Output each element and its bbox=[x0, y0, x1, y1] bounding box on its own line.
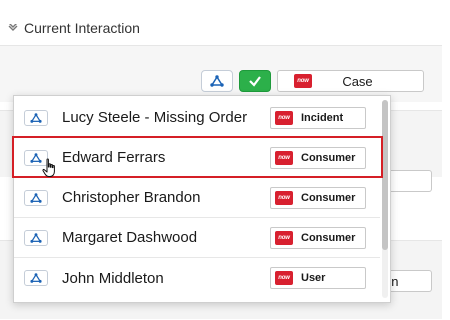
item-type-label: Consumer bbox=[301, 231, 356, 244]
item-type-tag: now Consumer bbox=[270, 226, 366, 249]
item-name: John Middleton bbox=[62, 269, 164, 287]
item-type-label: Incident bbox=[301, 111, 344, 124]
confirm-button[interactable] bbox=[239, 70, 271, 92]
item-type-label: Consumer bbox=[301, 191, 356, 204]
graph-node-icon bbox=[24, 229, 48, 246]
item-type-tag: now User bbox=[270, 267, 366, 289]
list-item[interactable]: Margaret Dashwood now Consumer bbox=[14, 218, 380, 258]
scrollbar-thumb[interactable] bbox=[382, 100, 388, 250]
chevron-down-icon[interactable] bbox=[6, 21, 20, 35]
graph-node-icon bbox=[210, 75, 224, 87]
servicenow-now-icon: now bbox=[294, 74, 312, 88]
background-field-2[interactable]: on bbox=[384, 270, 432, 292]
servicenow-now-icon: now bbox=[275, 271, 293, 285]
dropdown-scrollbar[interactable] bbox=[382, 100, 388, 298]
graph-node-button[interactable] bbox=[201, 70, 233, 92]
list-item[interactable]: Lucy Steele - Missing Order now Incident bbox=[14, 98, 380, 138]
case-field[interactable]: now Case bbox=[277, 70, 424, 92]
item-type-tag: now Incident bbox=[270, 106, 366, 129]
interaction-dropdown[interactable]: Lucy Steele - Missing Order now Incident… bbox=[13, 95, 391, 303]
item-name: Margaret Dashwood bbox=[62, 229, 198, 246]
item-type-label: User bbox=[301, 272, 326, 284]
section-title: Current Interaction bbox=[24, 20, 140, 36]
hand-cursor-icon bbox=[42, 158, 55, 177]
list-item[interactable]: Edward Ferrars now Consumer bbox=[14, 138, 380, 178]
list-item[interactable]: Christopher Brandon now Consumer bbox=[14, 178, 380, 218]
item-name: Edward Ferrars bbox=[62, 149, 166, 166]
item-type-label: Consumer bbox=[301, 151, 356, 164]
graph-node-icon bbox=[24, 270, 48, 286]
item-type-tag: now Consumer bbox=[270, 186, 366, 209]
servicenow-now-icon: now bbox=[275, 150, 293, 165]
servicenow-now-icon: now bbox=[275, 190, 293, 205]
servicenow-now-icon: now bbox=[275, 230, 293, 245]
checkmark-icon bbox=[249, 76, 261, 87]
item-name: Lucy Steele - Missing Order bbox=[62, 109, 248, 126]
item-type-tag: now Consumer bbox=[270, 146, 366, 169]
graph-node-icon bbox=[24, 189, 48, 206]
background-field-1[interactable] bbox=[384, 170, 432, 192]
interaction-toolbar: now Case bbox=[201, 70, 424, 92]
graph-node-icon bbox=[24, 109, 48, 126]
section-header[interactable]: Current Interaction bbox=[6, 17, 140, 39]
list-item[interactable]: John Middleton now User bbox=[14, 258, 380, 298]
servicenow-now-icon: now bbox=[275, 110, 293, 125]
case-label: Case bbox=[342, 73, 373, 89]
item-name: Christopher Brandon bbox=[62, 189, 201, 206]
